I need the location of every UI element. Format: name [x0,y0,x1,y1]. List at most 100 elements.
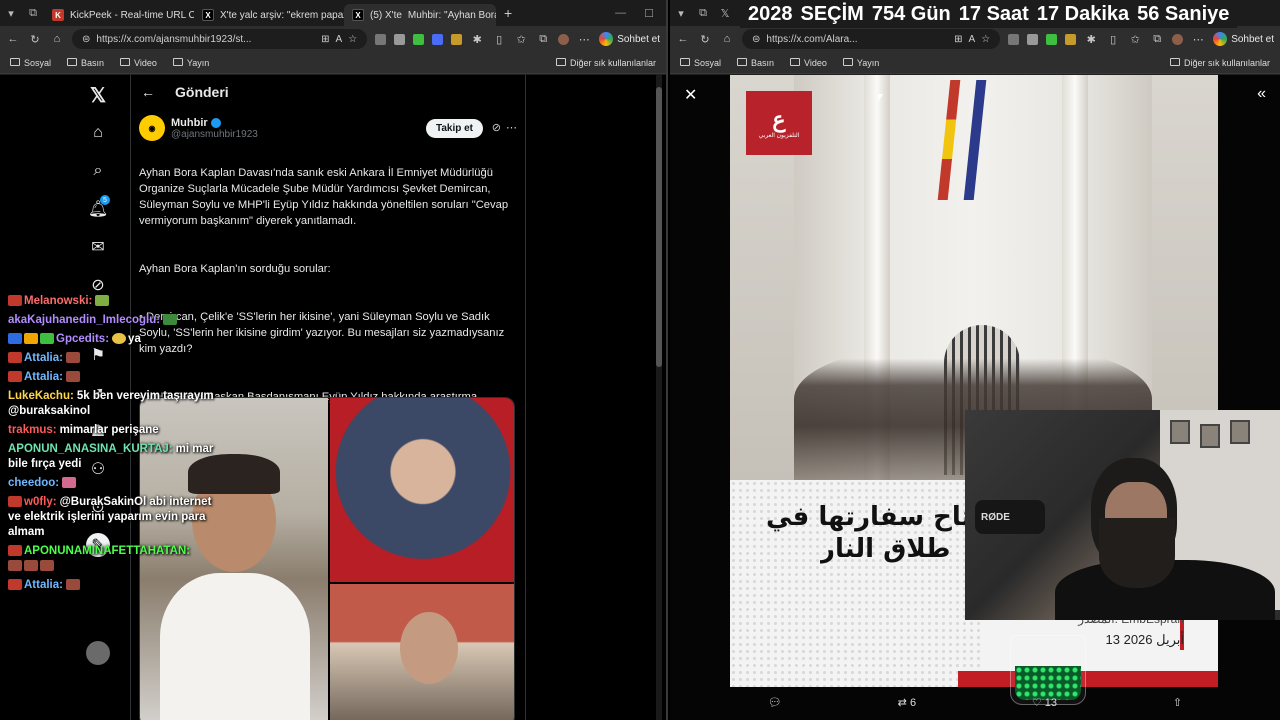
more-menu-icon[interactable]: ⋯ [577,32,591,46]
split-icon[interactable]: ▯ [492,32,506,46]
explore-nav-icon[interactable]: ⌕ [86,159,110,183]
chat-badge-icon [8,352,22,364]
tab-actions-icon[interactable]: ▾ [670,2,692,24]
extensions-puzzle-icon[interactable]: ✱ [1084,32,1098,46]
other-bookmarks[interactable]: Diğer sık kullanılanlar [555,57,656,68]
split-screen-icon[interactable]: ⊞ [321,34,329,45]
author-handle[interactable]: @ajansmuhbir1923 [171,129,258,140]
zoom-icon[interactable]: A [969,34,976,45]
profile-avatar-icon[interactable] [1172,33,1184,45]
author-name-row[interactable]: Muhbir [171,117,258,129]
new-tab-icon[interactable]: + [496,5,520,21]
bookmark-folder[interactable]: Yayın [842,57,879,68]
notifications-nav-icon[interactable]: 🔔︎ 5 [86,195,110,221]
chat-message: Attalia: [0,576,230,595]
home-icon[interactable]: ⌂ [720,32,734,46]
like-button[interactable]: ♡ 13 [1032,696,1057,709]
post-photo-2[interactable] [330,398,514,582]
chat-emote-icon [65,371,80,383]
folder-icon [790,57,801,66]
right-browser-window: ▾ ⧉ 𝕏 ← ↻ ⌂ ⊜ https://x.com/Alara... ⊞ A… [670,0,1280,720]
close-icon[interactable]: ✕ [684,85,697,105]
url-bar[interactable]: ⊜ https://x.com/ajansmuhbir1923/st... ⊞ … [72,29,368,49]
collapse-panel-icon[interactable]: « [1257,85,1266,103]
back-arrow-icon[interactable]: ← [141,84,155,100]
x-logo-icon[interactable]: 𝕏 [86,83,110,107]
x-favicon-icon: X [352,9,364,21]
more-menu-icon[interactable]: ⋯ [1191,32,1205,46]
account-avatar[interactable] [86,641,110,665]
tab-muhbir[interactable]: X (5) X'te Muhbir: "Ayhan Bora K ✕ [344,4,496,26]
chat-button[interactable]: Sohbet et [599,32,660,46]
split-screen-icon[interactable]: ⊞ [954,34,962,45]
bookmark-folder[interactable]: Yayın [172,57,209,68]
bookmark-folder[interactable]: Basın [67,57,104,68]
bookmark-folder[interactable]: Video [790,57,827,68]
url-bar[interactable]: ⊜ https://x.com/Alara... ⊞ A ☆ [742,29,1001,49]
workspaces-icon[interactable]: ⧉ [692,2,714,24]
caption-date: 13 أبريل 2026 [1105,632,1184,647]
extension-icon[interactable] [413,33,425,45]
bookmark-folder[interactable]: Sosyal [680,57,721,68]
back-icon[interactable]: ← [6,32,20,46]
extension-icon[interactable] [451,33,463,45]
maximize-icon[interactable]: ☐ [644,7,654,20]
tab-kickpeek[interactable]: K KickPeek - Real-time URL Crawler ✕ [44,4,194,26]
workspaces-icon[interactable]: ⧉ [22,2,44,24]
favorites-icon[interactable]: ✩ [514,32,528,46]
chat-badge-icon [8,371,22,383]
extension-icon[interactable] [1046,33,1058,45]
tab-x-arsiv[interactable]: X X'te yalc arşiv: "ekrem papazoğlu ✕ [194,4,344,26]
messages-nav-icon[interactable]: ✉ [86,235,110,259]
favorite-star-icon[interactable]: ☆ [981,34,990,45]
scrollbar-thumb[interactable] [656,87,662,367]
chat-emote-icon [8,560,22,572]
extension-icon[interactable] [1065,33,1077,45]
chat-message: Melanowski: [0,292,230,311]
x-favicon-icon[interactable]: 𝕏 [714,2,736,24]
url-text: https://x.com/Alara... [766,33,858,45]
collections-icon[interactable]: ⧉ [1150,32,1164,46]
chat-message: APONUNAMINAFETTAHATAN: [0,542,230,576]
bookmark-folder[interactable]: Basın [737,57,774,68]
back-icon[interactable]: ← [676,32,690,46]
reply-icon[interactable]: 💬︎ [768,696,782,709]
tab-actions-icon[interactable]: ▾ [0,2,22,24]
microphone: RØDE [975,500,1045,534]
left-browser-window: ▾ ⧉ K KickPeek - Real-time URL Crawler ✕… [0,0,668,720]
home-nav-icon[interactable]: ⌂ [86,121,110,145]
site-info-icon[interactable]: ⊜ [82,34,90,45]
split-icon[interactable]: ▯ [1106,32,1120,46]
reload-icon[interactable]: ↻ [698,32,712,46]
retweet-button[interactable]: ⇄ 6 [898,696,916,709]
favorites-icon[interactable]: ✩ [1128,32,1142,46]
extension-icon[interactable] [1008,33,1020,45]
author-avatar[interactable]: ◉ [139,115,165,141]
chat-emote-icon [62,477,77,489]
extensions-puzzle-icon[interactable]: ✱ [470,32,484,46]
favorite-star-icon[interactable]: ☆ [348,34,357,45]
home-icon[interactable]: ⌂ [50,32,64,46]
other-bookmarks[interactable]: Diğer sık kullanılanlar [1169,57,1270,68]
extension-icon[interactable] [375,33,387,45]
extension-icon[interactable] [394,33,406,45]
follow-button[interactable]: Takip et [425,119,483,138]
site-info-icon[interactable]: ⊜ [752,34,760,45]
bookmark-folder[interactable]: Video [120,57,157,68]
post-photo-3[interactable] [330,584,514,720]
chat-button[interactable]: Sohbet et [1213,32,1274,46]
profile-avatar-icon[interactable] [558,33,570,45]
bookmark-folder[interactable]: Sosyal [10,57,51,68]
reload-icon[interactable]: ↻ [28,32,42,46]
verified-badge-icon [210,117,221,128]
collections-icon[interactable]: ⧉ [536,32,550,46]
chat-emote-icon [24,560,38,572]
minimize-icon[interactable]: — [615,7,626,20]
translate-icon[interactable] [432,33,444,45]
share-icon[interactable]: ⇧ [1173,696,1182,709]
more-options-icon[interactable]: ⋯ [506,121,517,134]
extension-icon[interactable] [1027,33,1039,45]
page-scrollbar[interactable] [656,75,662,720]
zoom-icon[interactable]: A [336,34,343,45]
grok-icon[interactable]: ⊘ [492,121,501,134]
